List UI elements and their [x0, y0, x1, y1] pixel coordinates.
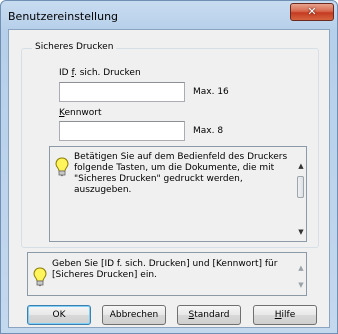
- secure-print-id-max: Max. 16: [193, 87, 229, 97]
- chevron-up-icon[interactable]: ▲: [296, 264, 306, 272]
- password-label: Kennwort: [59, 108, 102, 118]
- password-max: Max. 8: [193, 126, 224, 136]
- hint-text: Geben Sie [ID f. sich. Drucken] und [Ken…: [52, 259, 278, 280]
- standard-button[interactable]: Standard: [177, 305, 241, 325]
- window-title: Benutzereinstellung: [8, 10, 119, 23]
- chevron-down-icon[interactable]: ▼: [296, 281, 306, 289]
- secure-print-id-input[interactable]: [59, 82, 185, 102]
- info-scroll-thumb[interactable]: [297, 176, 304, 198]
- close-button[interactable]: ✕: [290, 3, 334, 21]
- secure-print-group-label: Sicheres Drucken: [32, 42, 117, 52]
- chevron-down-icon[interactable]: ▼: [296, 228, 306, 236]
- cancel-button[interactable]: Abbrechen: [102, 305, 166, 325]
- hint-box: Geben Sie [ID f. sich. Drucken] und [Ken…: [27, 252, 307, 296]
- close-icon: ✕: [307, 5, 317, 18]
- title-bar[interactable]: Benutzereinstellung ✕: [1, 1, 337, 28]
- dialog-window: Benutzereinstellung ✕ Sicheres Drucken I…: [0, 0, 338, 334]
- info-scrollbar[interactable]: ▲ ▼: [296, 148, 306, 240]
- ok-button[interactable]: OK: [27, 305, 91, 325]
- secure-print-id-label: ID f. sich. Drucken: [59, 68, 141, 78]
- password-input[interactable]: [59, 121, 185, 141]
- dialog-body: Sicheres Drucken ID f. sich. Drucken Max…: [8, 29, 330, 328]
- lightbulb-icon: [55, 157, 69, 177]
- help-button[interactable]: Hilfe: [253, 305, 317, 325]
- secure-print-info-box: Betätigen Sie auf dem Bedienfeld des Dru…: [49, 146, 307, 242]
- secure-print-info-text: Betätigen Sie auf dem Bedienfeld des Dru…: [74, 152, 288, 195]
- hint-scrollbar[interactable]: ▲ ▼: [296, 254, 306, 294]
- chevron-up-icon[interactable]: ▲: [296, 162, 306, 170]
- lightbulb-icon: [33, 267, 47, 287]
